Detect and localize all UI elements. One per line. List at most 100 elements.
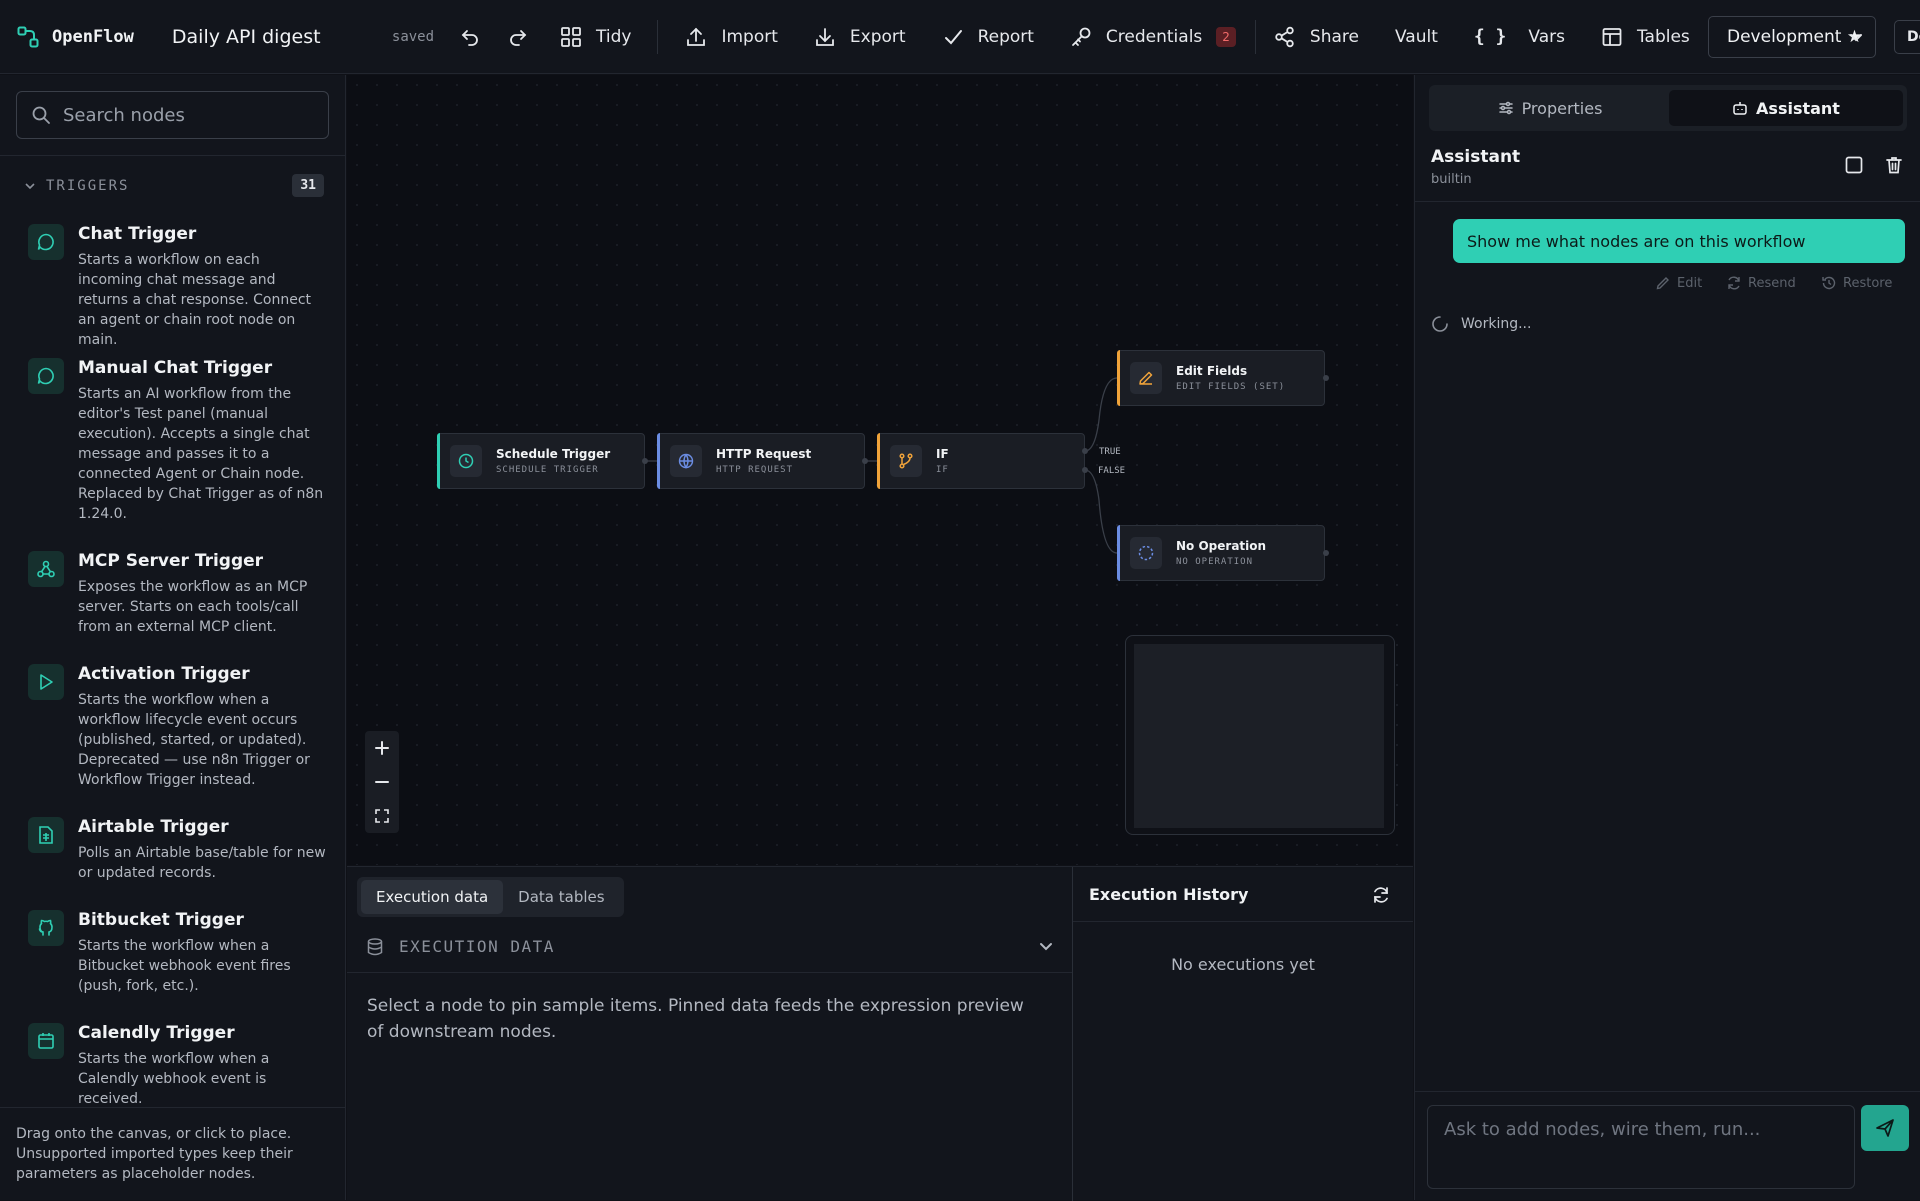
credentials-button[interactable]: Credentials 2	[1070, 0, 1236, 74]
workflow-node-if[interactable]: IF IF	[877, 433, 1085, 489]
execution-history-empty: No executions yet	[1171, 955, 1315, 974]
report-button[interactable]: Report	[942, 0, 1034, 74]
tables-button[interactable]: Tables	[1601, 0, 1690, 74]
import-button[interactable]: Import	[685, 0, 778, 74]
assistant-panel: Properties Assistant Assistant builtin S…	[1414, 75, 1920, 1200]
tab-assistant[interactable]: Assistant	[1669, 90, 1903, 126]
execution-data-message: Select a node to pin sample items. Pinne…	[367, 996, 1024, 1042]
table-icon	[1601, 26, 1623, 48]
palette-item-description: Exposes the workflow as an MCP server. S…	[78, 579, 308, 635]
save-status: saved	[391, 28, 435, 45]
dashed-circle-icon	[1130, 537, 1162, 569]
share-button[interactable]: Share	[1274, 0, 1359, 74]
divider	[1415, 201, 1920, 202]
category-label: TRIGGERS	[46, 178, 130, 194]
node-type: SCHEDULE TRIGGER	[496, 465, 599, 475]
zoom-out-button[interactable]	[365, 765, 399, 799]
output-port[interactable]	[1323, 375, 1329, 381]
new-chat-icon[interactable]	[1844, 155, 1864, 175]
output-port-false[interactable]	[1082, 467, 1088, 473]
status-label: Working...	[1461, 316, 1532, 332]
user-message: Show me what nodes are on this workflow	[1453, 219, 1905, 263]
workflow-node-schedule-trigger[interactable]: Schedule Trigger SCHEDULE TRIGGER	[437, 433, 645, 489]
zoom-in-button[interactable]	[365, 731, 399, 765]
environment-select[interactable]: Development ★	[1708, 16, 1876, 58]
play-icon	[28, 664, 64, 700]
chevron-down-icon	[24, 180, 36, 192]
minimap[interactable]	[1125, 635, 1395, 835]
node-accent	[437, 433, 440, 489]
node-title: Edit Fields	[1176, 364, 1248, 378]
sliders-icon	[1498, 100, 1514, 116]
node-accent	[1117, 525, 1120, 581]
workflow-node-no-operation[interactable]: No Operation NO OPERATION	[1117, 525, 1325, 581]
brand[interactable]: OpenFlow	[17, 0, 134, 74]
category-triggers-header[interactable]: TRIGGERS 31	[24, 174, 324, 197]
search-placeholder: Search nodes	[63, 104, 185, 126]
redo-button[interactable]	[508, 0, 528, 74]
environment-select-secondary[interactable]: De	[1894, 20, 1920, 54]
branch-icon	[890, 445, 922, 477]
node-type: NO OPERATION	[1176, 557, 1254, 567]
app-name: OpenFlow	[52, 26, 134, 47]
palette-footer-hint: Drag onto the canvas, or click to place.…	[0, 1107, 346, 1200]
tidy-button[interactable]: Tidy	[560, 0, 631, 74]
export-button[interactable]: Export	[814, 0, 906, 74]
undo-button[interactable]	[460, 0, 480, 74]
node-title: IF	[936, 447, 949, 461]
clock-icon	[450, 445, 482, 477]
send-icon	[1874, 1117, 1896, 1139]
share-label: Share	[1309, 26, 1359, 47]
vars-button[interactable]: { } Vars	[1474, 0, 1565, 74]
workflow-node-http-request[interactable]: HTTP Request HTTP REQUEST	[657, 433, 865, 489]
assistant-status: Working...	[1431, 315, 1531, 333]
vault-label: Vault	[1394, 26, 1438, 47]
output-port[interactable]	[862, 458, 868, 464]
output-port[interactable]	[1323, 550, 1329, 556]
toolbar-divider	[1254, 19, 1256, 54]
tables-label: Tables	[1636, 26, 1690, 47]
fit-view-button[interactable]	[365, 799, 399, 833]
node-title: No Operation	[1176, 539, 1267, 553]
workflow-canvas[interactable]: Schedule Trigger SCHEDULE TRIGGER HTTP R…	[347, 75, 1413, 865]
assistant-input[interactable]: Ask to add nodes, wire them, run...	[1427, 1105, 1855, 1189]
workflow-title[interactable]: Daily API digest	[172, 0, 392, 74]
check-icon	[942, 26, 964, 48]
node-accent	[657, 433, 660, 489]
tidy-label: Tidy	[596, 26, 632, 47]
palette-item-description: Polls an Airtable base/table for new or …	[78, 845, 326, 881]
output-port-true[interactable]	[1082, 448, 1088, 454]
send-button[interactable]	[1861, 1105, 1909, 1151]
assistant-title: Assistant	[1431, 147, 1521, 167]
workflow-node-edit-fields[interactable]: Edit Fields EDIT FIELDS (SET)	[1117, 350, 1325, 406]
trash-icon[interactable]	[1884, 155, 1904, 175]
output-port[interactable]	[642, 458, 648, 464]
resend-message-button[interactable]: Resend	[1726, 275, 1796, 291]
node-accent	[877, 433, 880, 489]
vault-button[interactable]: Vault	[1395, 0, 1438, 74]
toolbar-divider	[657, 19, 659, 54]
palette-item-description: Starts an AI workflow from the editor's …	[78, 386, 324, 522]
refresh-icon	[1726, 275, 1742, 291]
search-nodes-input[interactable]: Search nodes	[16, 91, 329, 139]
minimap-viewport[interactable]	[1134, 644, 1384, 828]
restore-message-button[interactable]: Restore	[1821, 275, 1892, 291]
assistant-actions	[1844, 155, 1904, 175]
refresh-icon[interactable]	[1371, 885, 1391, 905]
palette-item-description: Starts the workflow when a Bitbucket web…	[78, 938, 291, 994]
assistant-subtitle: builtin	[1431, 172, 1472, 187]
tab-data-tables[interactable]: Data tables	[503, 880, 619, 914]
chevron-down-icon	[1037, 937, 1055, 955]
palette-item-description: Starts the workflow when a workflow life…	[78, 692, 310, 788]
report-label: Report	[977, 26, 1034, 47]
edit-message-button[interactable]: Edit	[1655, 275, 1702, 291]
tab-properties[interactable]: Properties	[1433, 90, 1667, 126]
fullscreen-icon	[374, 808, 390, 824]
download-icon	[814, 26, 836, 48]
tab-execution-data[interactable]: Execution data	[361, 880, 504, 914]
palette-item-title: Airtable Trigger	[78, 817, 229, 837]
execution-data-header[interactable]: EXECUTION DATA	[347, 921, 1073, 973]
git-icon	[28, 910, 64, 946]
bottom-tabs: Execution data Data tables	[357, 877, 624, 917]
credentials-label: Credentials	[1105, 26, 1203, 47]
